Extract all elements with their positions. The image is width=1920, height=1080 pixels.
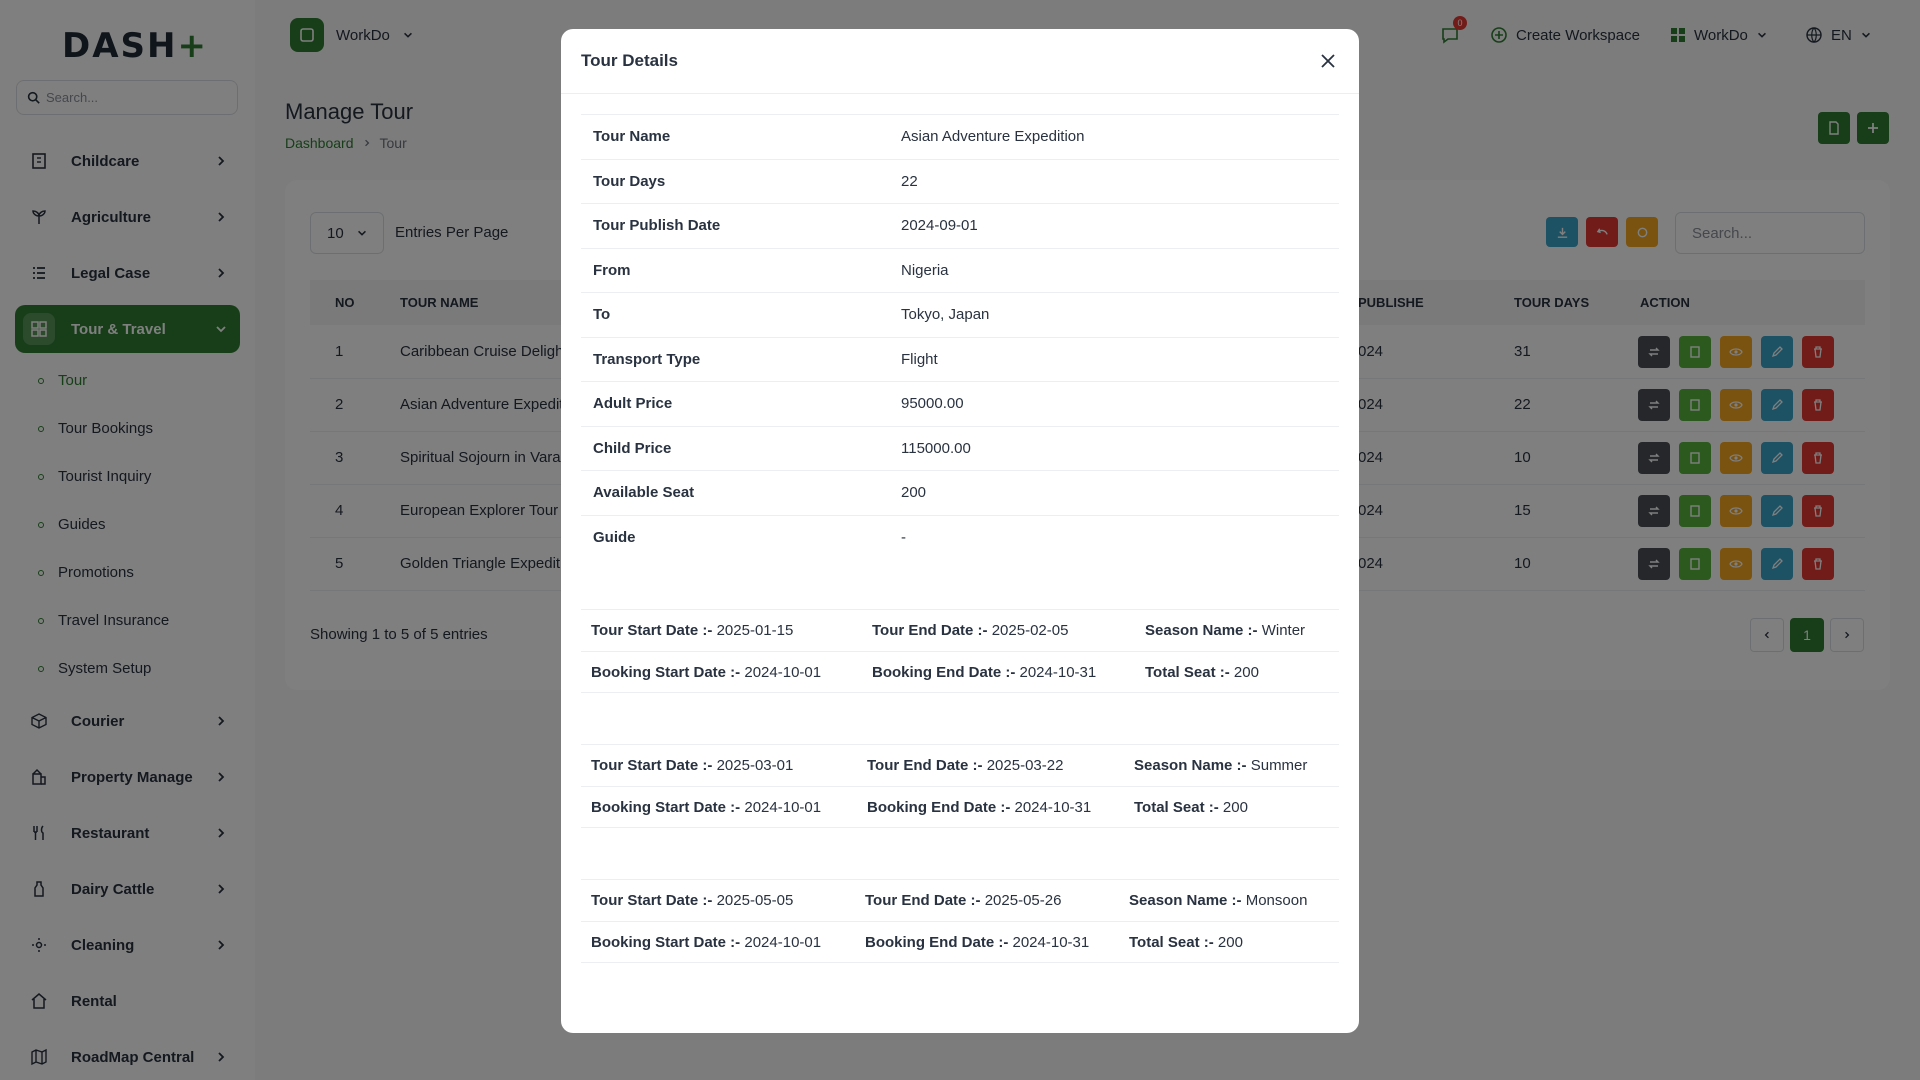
detail-value: 200	[901, 484, 927, 502]
detail-value: 22	[901, 172, 918, 190]
tour-end-date: Tour End Date :- 2025-02-05	[872, 622, 1069, 639]
schedule-tour-row: Tour Start Date :- 2025-05-05 Tour End D…	[581, 879, 1339, 921]
detail-value: Flight	[901, 350, 938, 368]
modal-title: Tour Details	[581, 51, 678, 70]
detail-row-publish-date: Tour Publish Date 2024-09-01	[581, 203, 1339, 248]
detail-row-tour-days: Tour Days 22	[581, 158, 1339, 204]
detail-row-adult-price: Adult Price 95000.00	[581, 381, 1339, 426]
detail-row-child-price: Child Price 115000.00	[581, 425, 1339, 471]
total-seat: Total Seat :- 200	[1145, 664, 1259, 681]
booking-end-date: Booking End Date :- 2024-10-31	[865, 934, 1090, 951]
schedule-tour-row: Tour Start Date :- 2025-01-15 Tour End D…	[581, 609, 1339, 651]
detail-value: Asian Adventure Expedition	[901, 128, 1085, 146]
season-schedule: Tour Start Date :- 2025-05-05 Tour End D…	[581, 879, 1339, 963]
detail-value: 115000.00	[901, 439, 971, 457]
detail-key: Adult Price	[593, 395, 673, 413]
season-name: Season Name :- Monsoon	[1129, 892, 1308, 909]
modal-header: Tour Details	[561, 29, 1359, 94]
total-seat: Total Seat :- 200	[1134, 799, 1248, 816]
detail-key: Child Price	[593, 439, 672, 457]
tour-start-date: Tour Start Date :- 2025-01-15	[591, 622, 794, 639]
season-name: Season Name :- Summer	[1134, 757, 1308, 774]
booking-start-date: Booking Start Date :- 2024-10-01	[591, 664, 822, 681]
tour-start-date: Tour Start Date :- 2025-05-05	[591, 892, 794, 909]
detail-key: Transport Type	[593, 350, 701, 368]
detail-key: Available Seat	[593, 484, 695, 502]
tour-end-date: Tour End Date :- 2025-05-26	[865, 892, 1062, 909]
detail-key: Tour Days	[593, 172, 666, 190]
schedule-booking-row: Booking Start Date :- 2024-10-01 Booking…	[581, 651, 1339, 693]
schedule-booking-row: Booking Start Date :- 2024-10-01 Booking…	[581, 921, 1339, 963]
detail-row-from: From Nigeria	[581, 247, 1339, 293]
detail-key: Tour Name	[593, 128, 671, 146]
detail-key: To	[593, 306, 611, 324]
season-schedule: Tour Start Date :- 2025-01-15 Tour End D…	[581, 609, 1339, 693]
season-name: Season Name :- Winter	[1145, 622, 1306, 639]
total-seat: Total Seat :- 200	[1129, 934, 1243, 951]
close-icon	[1321, 54, 1335, 68]
tour-details-modal: Tour Details Tour Name Asian Adventure Ex…	[561, 29, 1359, 1033]
detail-value: 95000.00	[901, 395, 964, 413]
detail-key: From	[593, 261, 631, 279]
detail-row-guide: Guide -	[581, 514, 1339, 560]
detail-value: 2024-09-01	[901, 217, 978, 235]
tour-details-table: Tour Name Asian Adventure Expedition Tour…	[581, 114, 1339, 559]
detail-row-to: To Tokyo, Japan	[581, 292, 1339, 337]
tour-end-date: Tour End Date :- 2025-03-22	[867, 757, 1064, 774]
tour-start-date: Tour Start Date :- 2025-03-01	[591, 757, 794, 774]
detail-row-available-seat: Available Seat 200	[581, 470, 1339, 515]
detail-key: Tour Publish Date	[593, 217, 721, 235]
booking-end-date: Booking End Date :- 2024-10-31	[867, 799, 1092, 816]
season-schedule: Tour Start Date :- 2025-03-01 Tour End D…	[581, 744, 1339, 828]
detail-key: Guide	[593, 528, 636, 546]
detail-value: Tokyo, Japan	[901, 306, 990, 324]
close-button[interactable]	[1317, 50, 1339, 72]
detail-value: -	[901, 528, 906, 546]
detail-row-transport-type: Transport Type Flight	[581, 336, 1339, 382]
schedule-tour-row: Tour Start Date :- 2025-03-01 Tour End D…	[581, 744, 1339, 786]
schedule-booking-row: Booking Start Date :- 2024-10-01 Booking…	[581, 786, 1339, 828]
detail-row-tour-name: Tour Name Asian Adventure Expedition	[581, 114, 1339, 159]
booking-start-date: Booking Start Date :- 2024-10-01	[591, 934, 822, 951]
booking-end-date: Booking End Date :- 2024-10-31	[872, 664, 1097, 681]
detail-value: Nigeria	[901, 261, 949, 279]
booking-start-date: Booking Start Date :- 2024-10-01	[591, 799, 822, 816]
